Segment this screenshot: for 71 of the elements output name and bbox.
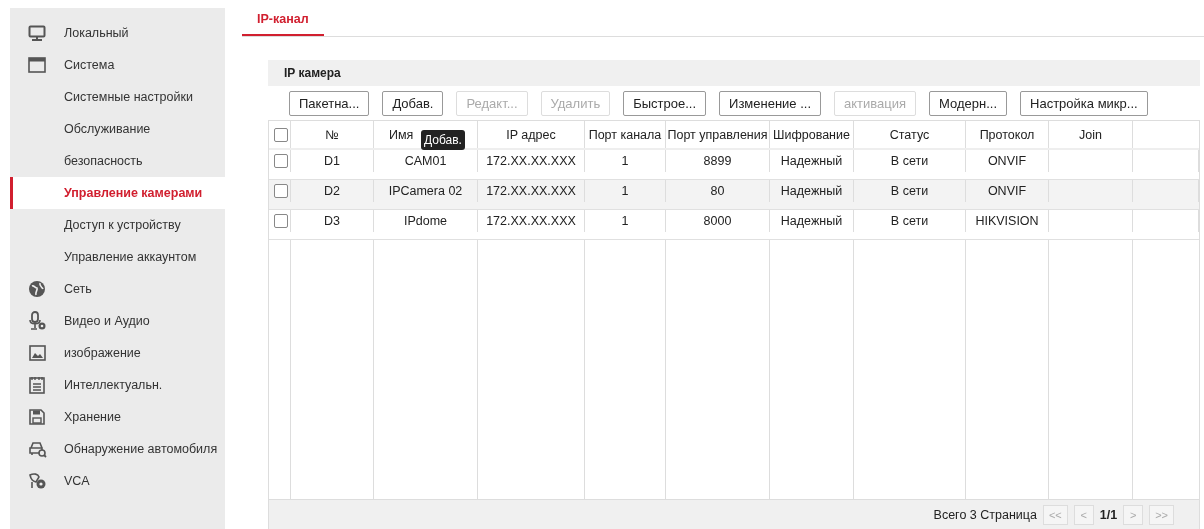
checkbox[interactable] xyxy=(274,213,288,228)
table-cell: 1 xyxy=(621,213,629,228)
sidebar-item[interactable]: безопасность xyxy=(10,145,225,177)
toolbar-button[interactable]: Добав. xyxy=(382,91,444,116)
sidebar-item[interactable]: Сеть xyxy=(10,273,225,305)
table-cell: IPCamera 02 xyxy=(388,183,463,198)
camera-gear-icon xyxy=(27,472,47,490)
table-cell: ONVIF xyxy=(987,183,1027,198)
sidebar-item[interactable]: изображение xyxy=(10,337,225,369)
globe-icon xyxy=(28,280,46,298)
sidebar-item[interactable]: Системные настройки xyxy=(10,81,225,113)
table-cell: Надежный xyxy=(780,213,843,228)
column-header: Join xyxy=(1079,127,1102,142)
toolbar-button[interactable]: Изменение ... xyxy=(719,91,822,116)
table-cell: 172.XX.XX.XXX xyxy=(486,183,576,198)
sidebar-item[interactable]: Обслуживание xyxy=(10,113,225,145)
column-header: Порт канала xyxy=(588,127,662,142)
sidebar-item[interactable]: Управление аккаунтом xyxy=(10,241,225,273)
column-header: Протокол xyxy=(979,127,1035,142)
column-header: Имя xyxy=(389,127,414,142)
checkbox[interactable] xyxy=(274,183,288,198)
table-cell: В сети xyxy=(890,153,929,168)
checkbox[interactable] xyxy=(274,153,288,168)
table-cell: 80 xyxy=(710,183,725,198)
column-header: Шифрование xyxy=(773,127,850,142)
monitor-icon xyxy=(28,24,46,42)
column-header: IP адрес xyxy=(506,127,556,142)
table-cell: D3 xyxy=(324,213,340,228)
sidebar-item[interactable]: Доступ к устройству xyxy=(10,209,225,241)
sidebar-item[interactable]: Обнаружение автомобиля xyxy=(10,433,225,465)
table-cell: Надежный xyxy=(780,153,843,168)
image-icon xyxy=(28,345,46,361)
window-icon xyxy=(28,57,46,73)
column-header: № xyxy=(325,127,339,142)
table-cell: 8000 xyxy=(703,213,732,228)
sidebar-item[interactable]: Локальный xyxy=(10,17,225,49)
sidebar-item[interactable]: Хранение xyxy=(10,401,225,433)
table-cell: 172.XX.XX.XXX xyxy=(486,153,576,168)
sidebar-item[interactable]: VCA xyxy=(10,465,225,497)
column-header: Статус xyxy=(889,127,930,142)
car-search-icon xyxy=(27,440,47,458)
toolbar-button[interactable]: Модерн... xyxy=(929,91,1008,116)
checkbox[interactable] xyxy=(274,127,288,142)
tooltip: Добав. xyxy=(421,130,465,150)
column-header: Порт управления xyxy=(667,127,768,142)
table-cell: 1 xyxy=(621,153,629,168)
table-cell: IPdome xyxy=(403,213,448,228)
table-cell: ONVIF xyxy=(987,153,1027,168)
table-cell: В сети xyxy=(890,213,929,228)
panel-title: IP камера xyxy=(284,66,341,80)
sidebar-item[interactable]: Интеллектуальн. xyxy=(10,369,225,401)
page-summary: Всего 3 Страница xyxy=(933,507,1037,522)
page-number: 1/1 xyxy=(1099,507,1118,522)
tab[interactable]: IP-канал xyxy=(242,0,324,36)
table-cell: D2 xyxy=(324,183,340,198)
table-cell: CAM01 xyxy=(404,153,447,168)
sidebar-item[interactable]: Управление камерами xyxy=(10,177,225,209)
table-cell: Надежный xyxy=(780,183,843,198)
toolbar-button[interactable]: Пакетна... xyxy=(289,91,370,116)
toolbar-button[interactable]: Быстрое... xyxy=(623,91,707,116)
table-cell: D1 xyxy=(324,153,340,168)
table-cell: В сети xyxy=(890,183,929,198)
sidebar-item[interactable]: Система xyxy=(10,49,225,81)
notepad-icon xyxy=(29,376,45,394)
table-cell: HIKVISION xyxy=(975,213,1039,228)
sidebar-item[interactable]: Видео и Аудио xyxy=(10,305,225,337)
table-cell: 172.XX.XX.XXX xyxy=(486,213,576,228)
toolbar-button[interactable]: Настройка микр... xyxy=(1020,91,1148,116)
table-cell: 1 xyxy=(621,183,629,198)
table-cell: 8899 xyxy=(703,153,732,168)
microphone-gear-icon xyxy=(28,311,46,331)
